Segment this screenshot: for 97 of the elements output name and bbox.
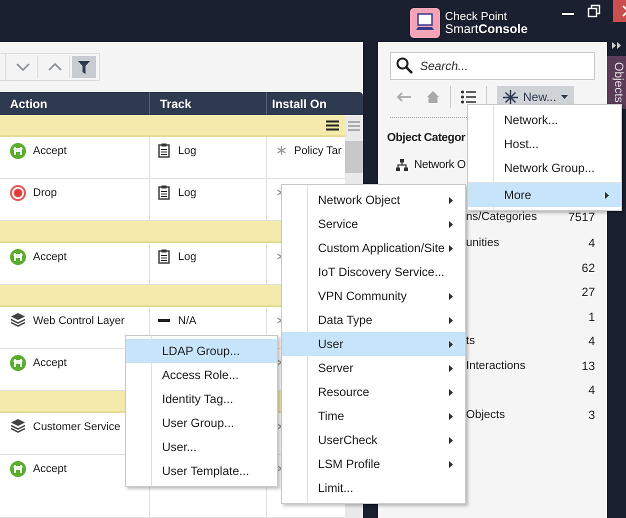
category-label[interactable]: ts	[466, 335, 475, 348]
menu-item[interactable]: Server	[282, 356, 465, 380]
column-header[interactable]: Install On	[267, 92, 363, 115]
menu-item[interactable]: User	[282, 332, 465, 356]
submenu-arrow-icon	[449, 244, 453, 252]
menu-item[interactable]: User Template...	[126, 459, 277, 483]
filter-button[interactable]	[72, 56, 96, 78]
track-text: Log	[178, 250, 196, 265]
category-count: 62	[582, 260, 595, 275]
expand-icon[interactable]	[612, 42, 621, 49]
accept-icon	[10, 249, 26, 265]
menu-item[interactable]: Time	[282, 404, 465, 428]
action-text: Drop	[33, 186, 57, 201]
menu-item[interactable]: IoT Discovery Service...	[282, 260, 465, 284]
category-count: 13	[582, 358, 595, 373]
restore-icon[interactable]	[586, 4, 601, 18]
search-field[interactable]: Search...	[390, 52, 595, 80]
log-icon	[158, 143, 170, 158]
submenu-arrow-icon	[449, 364, 453, 372]
category-count: 27	[582, 285, 595, 300]
home-icon[interactable]	[426, 90, 440, 104]
brand-name: Check Point	[445, 11, 508, 23]
product-name: SmartConsole	[445, 23, 528, 35]
menu-item[interactable]: Host...	[468, 132, 621, 156]
submenu-arrow-icon	[605, 192, 609, 198]
asterisk-icon	[277, 146, 286, 155]
accept-icon	[10, 461, 26, 477]
category-label[interactable]: unities	[466, 237, 500, 250]
section-heading: Object Categor	[387, 132, 466, 144]
menu-item[interactable]: Custom Application/Site	[282, 236, 465, 260]
menu-item[interactable]: Network...	[468, 108, 621, 132]
accept-icon	[10, 143, 26, 159]
category-count: 4	[588, 383, 595, 398]
accept-icon	[10, 355, 26, 371]
log-icon	[158, 249, 170, 264]
menu-item[interactable]: Service	[282, 212, 465, 236]
category-count: 4	[588, 334, 595, 348]
submenu-arrow-icon	[449, 460, 453, 468]
chevron-down-icon	[16, 62, 30, 72]
menu-item[interactable]: Data Type	[282, 308, 465, 332]
menu-item[interactable]: UserCheck	[282, 428, 465, 452]
category-label[interactable]: Objects	[466, 408, 505, 421]
action-text: Accept	[33, 250, 67, 265]
menu-item[interactable]: Network Object	[282, 188, 465, 212]
menu-item[interactable]: Access Role...	[126, 363, 277, 387]
category-count: 3	[588, 408, 595, 422]
menu-item[interactable]: LDAP Group...	[126, 339, 277, 363]
category-count: 1	[588, 310, 595, 324]
menu-icon[interactable]	[326, 120, 339, 130]
logo-icon	[410, 8, 440, 38]
list-icon[interactable]	[461, 90, 476, 104]
category-label[interactable]: ns/Categories	[466, 210, 537, 222]
action-text: Web Control Layer	[33, 314, 125, 329]
track-text: N/A	[178, 314, 196, 329]
track-text: Log	[178, 144, 196, 159]
column-menu-icon[interactable]	[348, 121, 360, 131]
category-count: 7517	[568, 210, 595, 224]
submenu-arrow-icon	[449, 220, 453, 228]
log-icon	[158, 185, 170, 200]
submenu-arrow-icon	[449, 340, 453, 348]
filter-icon	[78, 60, 90, 74]
chevron-up-icon	[48, 62, 62, 72]
action-text: Accept	[33, 356, 67, 371]
dash-icon	[158, 319, 170, 323]
network-icon	[396, 159, 408, 172]
install-text: Policy Tar	[294, 144, 342, 159]
action-text: Customer Service	[33, 420, 120, 435]
layers-icon	[10, 419, 26, 433]
category-label[interactable]: Network O	[414, 159, 466, 172]
category-count: 4	[588, 236, 595, 250]
submenu-arrow-icon	[449, 412, 453, 420]
submenu-arrow-icon	[449, 388, 453, 396]
back-arrow-icon[interactable]	[396, 92, 412, 102]
menu-item[interactable]: Limit...	[282, 476, 465, 500]
menu-item[interactable]: User Group...	[126, 411, 277, 435]
submenu-arrow-icon	[449, 436, 453, 444]
objects-tab[interactable]: Objects	[607, 56, 626, 109]
menu-item[interactable]: More	[468, 182, 621, 207]
menu-item[interactable]: LSM Profile	[282, 452, 465, 476]
scrollbar-thumb[interactable]	[345, 141, 363, 173]
category-label[interactable]: Interactions	[466, 360, 526, 372]
menu-item[interactable]: Network Group...	[468, 156, 621, 180]
menu-item[interactable]: User...	[126, 435, 277, 459]
sparkle-icon	[503, 90, 518, 104]
submenu-arrow-icon	[449, 316, 453, 324]
search-icon	[396, 57, 413, 74]
menu-item[interactable]: Resource	[282, 380, 465, 404]
layers-icon	[10, 313, 26, 327]
menu-item[interactable]: VPN Community	[282, 284, 465, 308]
menu-item[interactable]: Identity Tag...	[126, 387, 277, 411]
caret-icon	[561, 95, 568, 99]
submenu-arrow-icon	[449, 292, 453, 300]
action-text: Accept	[33, 144, 67, 159]
track-text: Log	[178, 186, 196, 201]
action-text: Accept	[33, 462, 67, 477]
drop-icon	[10, 185, 26, 201]
submenu-arrow-icon	[449, 196, 453, 204]
